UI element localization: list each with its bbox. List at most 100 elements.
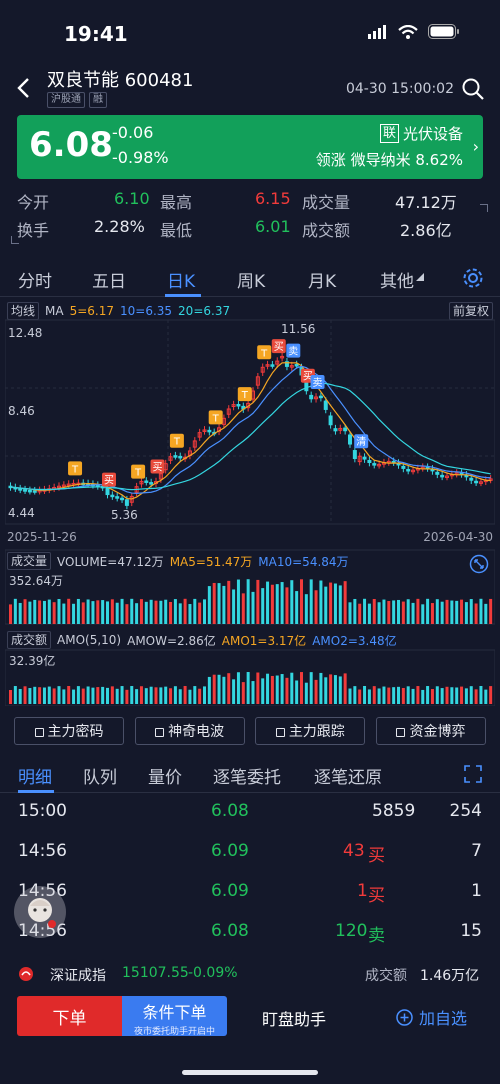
volume-bar [416, 686, 420, 704]
candle-body [270, 364, 275, 367]
tab-volume-price[interactable]: 量价 [148, 763, 182, 788]
stock-title: 双良节能 600481 [47, 70, 194, 91]
tool-fund-game[interactable]: 资金博弈 [375, 717, 486, 745]
tab-queue[interactable]: 队列 [83, 763, 117, 788]
index-ticker[interactable]: 深证成指 15107.55 -0.09% 成交额 1.46万亿 [0, 960, 500, 988]
volume-select[interactable]: 成交量 [7, 552, 52, 570]
chevron-right-icon[interactable]: › [473, 137, 479, 156]
volume-bar [72, 603, 76, 624]
conditional-order-sub: 夜市委托助手开启中 [133, 1027, 215, 1037]
tab-intraday[interactable]: 分时 [18, 267, 52, 292]
trade-row: 14:56 6.08 120 卖 15 [0, 921, 500, 961]
volume-bar [450, 687, 454, 704]
volume-bar [445, 686, 449, 704]
volume-bar [33, 599, 37, 624]
tab-weekly-k[interactable]: 周K [237, 267, 265, 292]
fullscreen-icon[interactable] [469, 554, 489, 574]
floating-assistant-avatar[interactable] [14, 886, 66, 938]
tool-magic-wave[interactable]: 神奇电波 [134, 717, 245, 745]
watch-assistant-button[interactable]: 盯盘助手 [262, 1006, 326, 1030]
candle-body [149, 482, 154, 485]
tab-monthly-k[interactable]: 月K [308, 267, 336, 292]
candle-body [333, 428, 338, 432]
tab-other[interactable]: 其他 [380, 267, 414, 292]
volume-bar [241, 682, 245, 704]
volume-bar [421, 689, 425, 704]
signal-marker: 买 [102, 472, 116, 487]
volume-bar [329, 674, 333, 704]
expand-corner-icon[interactable] [480, 204, 488, 212]
lock-icon [275, 727, 285, 737]
volume-bar [139, 599, 143, 624]
tab-daily-k[interactable]: 日K [167, 267, 195, 292]
volume-bar [198, 688, 202, 704]
volume-bar [367, 603, 371, 624]
tool-main-force-code[interactable]: 主力密码 [14, 717, 124, 745]
chart-period-tabs: 分时 五日 日K 周K 月K 其他 [0, 259, 500, 297]
volume-bar [474, 603, 478, 624]
volume-bar [18, 602, 22, 624]
expand-icon[interactable] [464, 765, 482, 783]
candle-body [105, 487, 110, 496]
add-watchlist-button[interactable]: 加自选 [396, 1005, 467, 1029]
volume-bar [251, 591, 255, 624]
volume-bar [455, 687, 459, 704]
volume-ma10: MA10=54.84万 [258, 554, 349, 569]
candle-body [144, 480, 149, 483]
trade-time: 15:00 [18, 801, 67, 821]
volume-bar [149, 686, 153, 704]
tool-main-force-track[interactable]: 主力跟踪 [255, 717, 366, 745]
dropdown-corner-icon [416, 273, 424, 281]
search-icon[interactable] [460, 76, 486, 102]
kline-chart-panel[interactable]: 均线 MA 5=6.17 10=6.35 20=6.37 前复权 T买T买TTT… [5, 298, 495, 706]
volume-bar [266, 673, 270, 704]
sector-link[interactable]: 联 光伏设备 [379, 123, 463, 144]
volume-bar [392, 600, 396, 624]
volume-bar [227, 580, 231, 624]
conditional-order-button[interactable]: 条件下单 夜市委托助手开启中 [122, 996, 227, 1037]
candle-body [173, 455, 178, 458]
tab-five-day[interactable]: 五日 [92, 267, 126, 292]
lock-icon [155, 727, 165, 737]
volume-max: 352.64万 [9, 574, 63, 588]
wifi-icon [398, 24, 418, 39]
tab-detail[interactable]: 明细 [18, 763, 52, 788]
amount-select[interactable]: 成交额 [7, 631, 52, 649]
volume-bar [319, 580, 323, 624]
assistant-face-icon [28, 898, 56, 928]
volume-bar [222, 676, 226, 704]
candle-body [401, 465, 406, 469]
volume-bar [285, 677, 289, 704]
tab-tick-restore[interactable]: 逐笔还原 [314, 763, 382, 788]
place-order-button[interactable]: 下单 [17, 996, 122, 1036]
svg-text:买: 买 [104, 475, 114, 487]
trade-signal-markers: T买T 买TTTT买 卖买卖清 [68, 339, 369, 487]
trade-price: 6.08 [211, 801, 249, 821]
back-arrow-icon[interactable] [14, 76, 34, 100]
volume-bar [203, 599, 206, 624]
price-card[interactable]: 6.08 -0.06 -0.98% 联 光伏设备 领涨 微导纳米 8.62% › [17, 115, 483, 179]
volume-bar [484, 603, 488, 624]
volume-bar [338, 676, 342, 704]
volume-bar [372, 686, 376, 704]
volume-bars [9, 579, 493, 624]
tool-label: 神奇电波 [168, 724, 225, 740]
price-change: -0.06 [112, 123, 154, 142]
price-change-pct: -0.98% [112, 148, 169, 167]
volume-bar [338, 585, 342, 624]
volume-bar [178, 603, 182, 624]
tab-order-by-order[interactable]: 逐笔委托 [213, 763, 281, 788]
volume-bar [217, 583, 221, 624]
volume-bar [309, 579, 313, 624]
candle-body [435, 471, 440, 475]
volume-bar [57, 686, 61, 704]
svg-text:T: T [241, 390, 249, 401]
tool-label: 主力密码 [47, 724, 104, 740]
volume-bar [81, 688, 85, 704]
volume-bar [42, 687, 46, 704]
candle-body [372, 463, 377, 466]
expand-corner-icon[interactable] [11, 236, 19, 244]
settings-gear-icon[interactable] [462, 267, 484, 289]
volume-bar [300, 579, 303, 624]
volume-bar [76, 598, 80, 624]
